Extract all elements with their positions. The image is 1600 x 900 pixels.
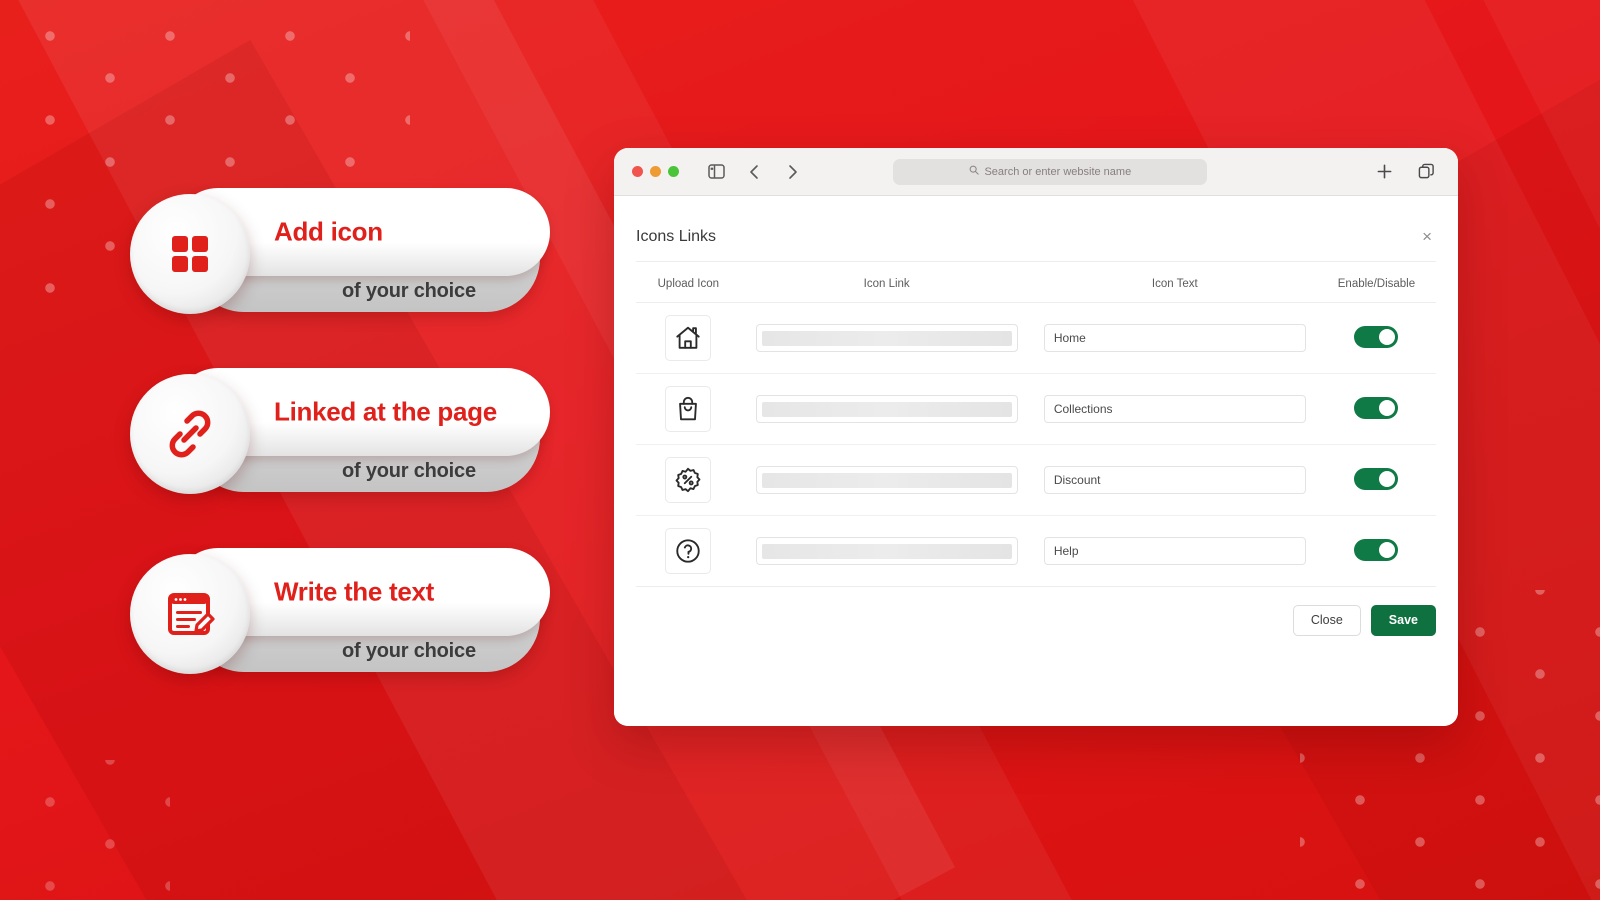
save-button[interactable]: Save [1370, 605, 1436, 636]
enable-toggle[interactable] [1354, 326, 1399, 348]
close-window-button[interactable] [632, 166, 643, 177]
table-row: Collections [636, 373, 1436, 445]
help-icon[interactable] [665, 528, 712, 574]
redacted-link-value [761, 401, 1012, 417]
upload-icon-cell [636, 373, 741, 445]
icon-text-cell: Discount [1032, 444, 1317, 516]
slide-canvas: of your choice Add icon of your choice L… [0, 0, 1600, 900]
icon-text-input[interactable]: Discount [1043, 466, 1306, 494]
upload-icon-cell [636, 444, 741, 516]
icon-link-cell [740, 302, 1033, 374]
icon-text-cell: Collections [1032, 373, 1317, 445]
discount-icon[interactable] [665, 457, 712, 503]
redacted-link-value [761, 472, 1012, 488]
feature-badge-subtitle: of your choice [342, 280, 476, 302]
modal-header: Icons Links × [636, 226, 1436, 262]
plus-icon[interactable] [1372, 159, 1398, 185]
feature-badge-subtitle: of your choice [342, 460, 476, 482]
upload-icon-cell [636, 302, 741, 374]
enable-toggle[interactable] [1354, 539, 1399, 561]
close-button[interactable]: Close [1292, 605, 1361, 636]
feature-badge-title: Linked at the page [274, 396, 497, 427]
icon-link-input[interactable] [755, 324, 1018, 352]
table-header-row: Upload Icon Icon Link Icon Text Enable/D… [636, 268, 1436, 303]
page-title: Icons Links [636, 227, 717, 245]
icon-text-cell: Help [1032, 515, 1317, 587]
window-controls [632, 166, 679, 177]
icon-text-input[interactable]: Help [1043, 537, 1306, 565]
close-icon[interactable]: × [1418, 226, 1436, 247]
icon-text-cell: Home [1032, 302, 1317, 374]
enable-disable-cell [1316, 302, 1436, 374]
back-button[interactable] [741, 159, 767, 185]
enable-toggle[interactable] [1354, 468, 1399, 490]
address-bar[interactable]: Search or enter website name [893, 158, 1208, 185]
enable-disable-cell [1316, 515, 1436, 587]
write-document-icon [164, 588, 216, 640]
enable-disable-cell [1316, 373, 1436, 445]
upload-icon-cell [636, 515, 741, 587]
table-row: Home [636, 302, 1436, 374]
icon-link-input[interactable] [755, 537, 1018, 565]
icon-links-table: Upload Icon Icon Link Icon Text Enable/D… [636, 268, 1436, 587]
feature-badge-linked-page: of your choice Linked at the page [130, 366, 570, 506]
icon-text-input[interactable]: Home [1043, 324, 1306, 352]
bag-icon[interactable] [665, 386, 712, 432]
feature-badge-list: of your choice Add icon of your choice L… [130, 186, 570, 726]
feature-badge-title: Write the text [274, 576, 435, 607]
browser-toolbar: Search or enter website name [614, 148, 1458, 196]
modal-actions: Close Save [636, 587, 1436, 636]
browser-window: Search or enter website name Icons Links… [614, 148, 1458, 726]
toggle-knob [1379, 329, 1396, 345]
feature-badge-icon-circle [130, 194, 250, 314]
redacted-link-value [761, 330, 1012, 346]
address-bar-placeholder: Search or enter website name [984, 165, 1132, 178]
feature-badge-title: Add icon [274, 216, 383, 247]
page-content: Icons Links × Upload Icon Icon Link Icon… [614, 196, 1458, 726]
toolbar-right-actions [1372, 159, 1440, 185]
feature-badge-subtitle: of your choice [342, 640, 476, 662]
dot-pattern-bottom-left [0, 760, 170, 900]
toggle-knob [1379, 400, 1396, 416]
minimize-window-button[interactable] [650, 166, 661, 177]
feature-badge-add-icon: of your choice Add icon [130, 186, 570, 326]
enable-disable-cell [1316, 444, 1436, 516]
sidebar-toggle-icon[interactable] [703, 159, 729, 185]
column-header-icon-link: Icon Link [740, 268, 1033, 303]
toggle-knob [1379, 471, 1396, 487]
table-row: Help [636, 515, 1436, 587]
search-icon [969, 165, 980, 178]
feature-badge-icon-circle [130, 554, 250, 674]
icon-link-cell [740, 373, 1033, 445]
feature-badge-write-text: of your choice Write the text [130, 546, 570, 686]
icon-link-cell [740, 515, 1033, 587]
icon-text-input[interactable]: Collections [1043, 395, 1306, 423]
column-header-upload-icon: Upload Icon [636, 268, 741, 303]
feature-badge-icon-circle [130, 374, 250, 494]
column-header-icon-text: Icon Text [1032, 268, 1317, 303]
icon-link-input[interactable] [755, 395, 1018, 423]
icon-link-cell [740, 444, 1033, 516]
home-icon[interactable] [665, 315, 712, 361]
toggle-knob [1379, 542, 1396, 558]
redacted-link-value [761, 543, 1012, 559]
grid-squares-icon [166, 230, 214, 278]
column-header-enable-disable: Enable/Disable [1316, 268, 1436, 303]
zoom-window-button[interactable] [668, 166, 679, 177]
enable-toggle[interactable] [1354, 397, 1399, 419]
icon-link-input[interactable] [755, 466, 1018, 494]
tab-overview-icon[interactable] [1414, 159, 1440, 185]
link-chain-icon [163, 407, 217, 461]
forward-button[interactable] [779, 159, 805, 185]
table-row: Discount [636, 444, 1436, 516]
